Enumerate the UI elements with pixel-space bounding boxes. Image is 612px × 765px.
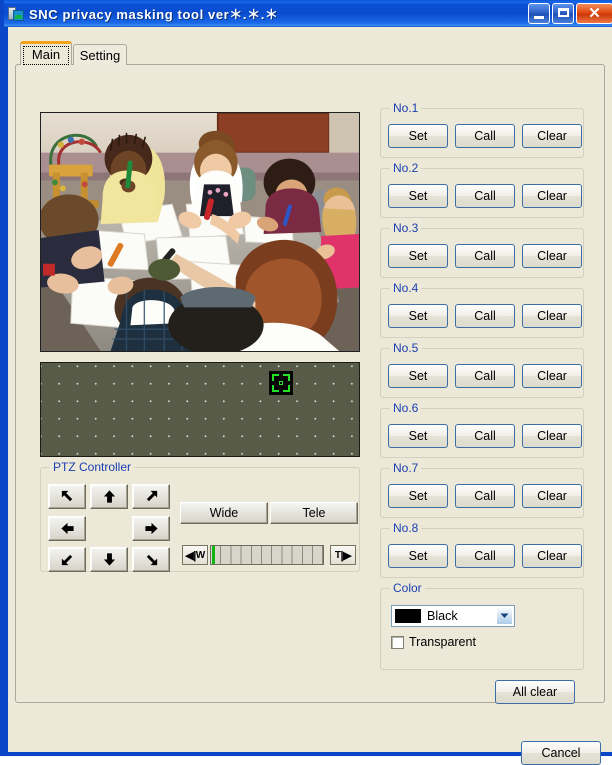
color-group-label: Color (390, 581, 425, 595)
mask-selection-marker[interactable] (269, 371, 293, 395)
preset-6-clear-button[interactable]: Clear (522, 424, 582, 448)
preset-7-set-button[interactable]: Set (388, 484, 448, 508)
preset-group-4-label: No.4 (390, 281, 422, 295)
tab-main[interactable]: Main (20, 41, 72, 65)
window-title: SNC privacy masking tool ver＊.＊.＊ (29, 7, 279, 22)
transparent-label: Transparent (409, 635, 476, 649)
color-select[interactable]: Black (391, 605, 515, 627)
preset-1-call-button[interactable]: Call (455, 124, 515, 148)
zoom-tele-end-button[interactable]: T |▶ (330, 545, 356, 565)
preset-7-clear-button[interactable]: Clear (522, 484, 582, 508)
preset-5-set-button[interactable]: Set (388, 364, 448, 388)
pan-up-left-button[interactable] (48, 484, 86, 509)
title-bar: SNC privacy masking tool ver＊.＊.＊ ✕ (4, 0, 612, 27)
preset-5-clear-button[interactable]: Clear (522, 364, 582, 388)
pan-down-button[interactable] (90, 547, 128, 572)
close-button[interactable]: ✕ (576, 3, 612, 24)
pan-up-button[interactable] (90, 484, 128, 509)
color-swatch (395, 609, 421, 623)
preset-7-call-button[interactable]: Call (455, 484, 515, 508)
preset-2-set-button[interactable]: Set (388, 184, 448, 208)
preset-group-5-label: No.5 (390, 341, 422, 355)
zoom-min-label: W (195, 549, 205, 561)
preset-2-call-button[interactable]: Call (455, 184, 515, 208)
preset-group-8: No.8 Set Call Clear (380, 521, 584, 578)
camera-preview-image[interactable] (40, 112, 360, 352)
transparent-checkbox-row[interactable]: Transparent (391, 635, 476, 649)
preset-group-8-label: No.8 (390, 521, 422, 535)
mask-grid-dots (41, 363, 359, 456)
app-icon (8, 6, 24, 22)
zoom-wide-label: Wide (209, 506, 239, 520)
preset-3-set-button[interactable]: Set (388, 244, 448, 268)
preset-5-call-button[interactable]: Call (455, 364, 515, 388)
ptz-controller-label: PTZ Controller (50, 460, 135, 474)
preset-8-clear-button[interactable]: Clear (522, 544, 582, 568)
zoom-slider-ticks (211, 546, 323, 564)
preset-1-clear-button[interactable]: Clear (522, 124, 582, 148)
preset-group-6: No.6 Set Call Clear (380, 401, 584, 458)
color-select-value: Black (427, 609, 458, 623)
tab-strip: Main Setting (20, 41, 138, 65)
focus-ring (23, 46, 69, 65)
zoom-slider[interactable] (210, 545, 324, 565)
all-clear-button[interactable]: All clear (495, 680, 575, 704)
preset-1-set-button[interactable]: Set (388, 124, 448, 148)
preset-group-6-label: No.6 (390, 401, 422, 415)
preset-group-1-label: No.1 (390, 101, 422, 115)
preset-group-3: No.3 Set Call Clear (380, 221, 584, 278)
pan-left-button[interactable] (48, 516, 86, 541)
pan-down-left-button[interactable] (48, 547, 86, 572)
preset-8-call-button[interactable]: Call (455, 544, 515, 568)
preset-4-clear-button[interactable]: Clear (522, 304, 582, 328)
preset-group-1: No.1 Set Call Clear (380, 101, 584, 158)
preset-6-call-button[interactable]: Call (455, 424, 515, 448)
tab-setting[interactable]: Setting (73, 44, 127, 65)
preset-group-4: No.4 Set Call Clear (380, 281, 584, 338)
application-window: SNC privacy masking tool ver＊.＊.＊ ✕ Main… (0, 0, 612, 765)
zoom-tele-button[interactable]: Tele (270, 502, 358, 524)
client-area: Main Setting PTZ Controller Wide Tele ◀|… (8, 27, 612, 765)
preset-group-3-label: No.3 (390, 221, 422, 235)
chevron-down-icon[interactable] (496, 607, 513, 625)
cancel-button[interactable]: Cancel (521, 741, 601, 765)
preset-3-call-button[interactable]: Call (455, 244, 515, 268)
pan-down-right-button[interactable] (132, 547, 170, 572)
zoom-tele-label: Tele (302, 506, 326, 520)
tab-setting-label: Setting (79, 47, 121, 63)
maximize-button[interactable] (552, 3, 574, 24)
preset-group-7-label: No.7 (390, 461, 422, 475)
preset-group-2-label: No.2 (390, 161, 422, 175)
preset-6-set-button[interactable]: Set (388, 424, 448, 448)
minimize-button[interactable] (528, 3, 550, 24)
preset-4-call-button[interactable]: Call (455, 304, 515, 328)
preset-3-clear-button[interactable]: Clear (522, 244, 582, 268)
preset-8-set-button[interactable]: Set (388, 544, 448, 568)
preset-2-clear-button[interactable]: Clear (522, 184, 582, 208)
pan-right-button[interactable] (132, 516, 170, 541)
pan-up-right-button[interactable] (132, 484, 170, 509)
window-controls: ✕ (528, 3, 612, 24)
zoom-wide-button[interactable]: Wide (180, 502, 268, 524)
zoom-slider-thumb[interactable] (212, 546, 215, 564)
preset-group-7: No.7 Set Call Clear (380, 461, 584, 518)
preset-4-set-button[interactable]: Set (388, 304, 448, 328)
mask-editing-canvas[interactable] (40, 362, 360, 457)
color-group: Color Black Transparent (380, 581, 584, 670)
preset-group-5: No.5 Set Call Clear (380, 341, 584, 398)
zoom-wide-end-button[interactable]: ◀| W (182, 545, 208, 565)
transparent-checkbox[interactable] (391, 635, 404, 649)
preset-group-2: No.2 Set Call Clear (380, 161, 584, 218)
